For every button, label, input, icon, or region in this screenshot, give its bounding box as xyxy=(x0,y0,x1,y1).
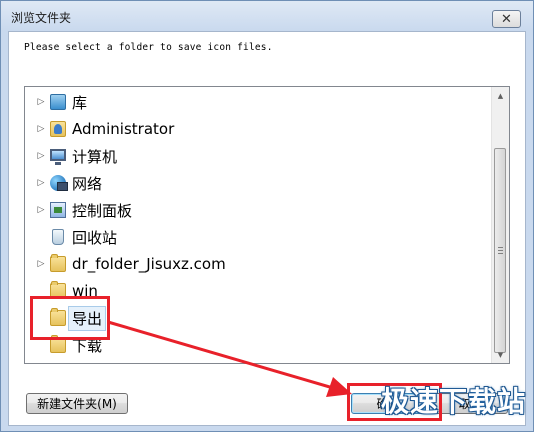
title-bar: 浏览文件夹 ✕ xyxy=(1,1,533,31)
recycle-bin-icon xyxy=(52,229,64,245)
network-icon xyxy=(50,175,68,191)
dialog-body: Please select a folder to save icon file… xyxy=(8,31,526,426)
folder-icon xyxy=(50,281,66,299)
tree-item-win[interactable]: win xyxy=(25,279,98,303)
browse-folder-dialog: 浏览文件夹 ✕ Please select a folder to save i… xyxy=(0,0,534,432)
folder-icon xyxy=(50,335,66,353)
scroll-up-icon[interactable]: ▲ xyxy=(492,87,509,104)
scroll-down-icon[interactable]: ▼ xyxy=(492,346,509,363)
tree-item-label: win xyxy=(72,282,98,300)
tree-item-label: 回收站 xyxy=(72,228,118,247)
tree-item-label: 库 xyxy=(72,93,88,112)
tree-item-label: Administrator xyxy=(72,120,175,138)
instruction-text: Please select a folder to save icon file… xyxy=(24,42,273,53)
folder-tree[interactable]: ▷ 库 ▷ Administrator ▷ 计算机 ▷ 网络 ▷ 控制面板 回收… xyxy=(24,86,510,364)
computer-icon xyxy=(50,149,66,165)
tree-item-label: 导出 xyxy=(68,305,107,331)
expand-arrow-icon[interactable]: ▷ xyxy=(35,123,47,135)
tree-item-library[interactable]: ▷ 库 xyxy=(25,90,87,114)
folder-icon xyxy=(50,308,66,326)
expand-arrow-icon[interactable]: ▷ xyxy=(35,204,47,216)
tree-item-download[interactable]: 下载 xyxy=(25,333,102,357)
tree-item-control-panel[interactable]: ▷ 控制面板 xyxy=(25,198,132,222)
library-icon xyxy=(50,94,66,110)
grip-line xyxy=(498,253,503,254)
close-button[interactable]: ✕ xyxy=(492,10,521,28)
tree-item-network[interactable]: ▷ 网络 xyxy=(25,171,102,195)
grip-line xyxy=(498,250,503,251)
tree-item-computer[interactable]: ▷ 计算机 xyxy=(25,144,117,168)
grip-line xyxy=(498,247,503,248)
tree-item-label: 控制面板 xyxy=(72,201,133,220)
vertical-scrollbar[interactable]: ▲ ▼ xyxy=(491,87,509,363)
dialog-title: 浏览文件夹 xyxy=(11,11,72,25)
expand-arrow-icon[interactable]: ▷ xyxy=(35,177,47,189)
watermark-text: 极速下载站 xyxy=(380,385,526,418)
expand-arrow-icon[interactable]: ▷ xyxy=(35,258,47,270)
tree-item-label: 计算机 xyxy=(72,147,118,166)
expand-arrow-icon[interactable]: ▷ xyxy=(35,96,47,108)
tree-item-label: 网络 xyxy=(72,174,103,193)
expand-arrow-icon[interactable]: ▷ xyxy=(35,150,47,162)
tree-item-recycle-bin[interactable]: 回收站 xyxy=(25,225,117,249)
control-panel-icon xyxy=(50,202,66,218)
scroll-thumb[interactable] xyxy=(494,148,506,353)
close-icon: ✕ xyxy=(501,11,512,27)
tree-item-administrator[interactable]: ▷ Administrator xyxy=(25,117,175,141)
user-folder-icon xyxy=(50,121,66,137)
tree-item-label: 下载 xyxy=(72,336,103,355)
tree-item-dr-folder[interactable]: ▷ dr_folder_Jisuxz.com xyxy=(25,252,226,276)
folder-icon xyxy=(50,254,66,272)
new-folder-button[interactable]: 新建文件夹(M) xyxy=(26,393,128,414)
tree-item-export[interactable]: 导出 xyxy=(25,305,107,331)
tree-item-label: dr_folder_Jisuxz.com xyxy=(72,255,226,273)
